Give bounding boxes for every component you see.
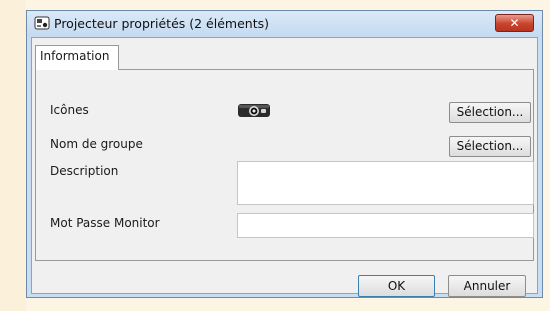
background-strip (0, 0, 26, 311)
window-title: Projecteur propriétés (2 éléments) (54, 16, 269, 31)
close-button[interactable]: ✕ (495, 14, 534, 32)
title-bar[interactable]: Projecteur propriétés (2 éléments) ✕ (27, 11, 542, 37)
icons-select-button[interactable]: Sélection... (449, 102, 531, 123)
ok-button[interactable]: OK (358, 275, 435, 297)
properties-dialog: Projecteur propriétés (2 éléments) ✕ Inf… (26, 10, 543, 298)
group-select-button[interactable]: Sélection... (449, 136, 531, 157)
monitor-password-label: Mot Passe Monitor (50, 216, 160, 230)
description-field[interactable] (237, 161, 534, 205)
close-icon: ✕ (509, 16, 520, 30)
tab-information[interactable]: Information (35, 45, 119, 70)
projector-icon (238, 104, 270, 117)
projector-properties-icon (34, 16, 50, 30)
dialog-client-area: Information Icônes Sélection... Nom de g… (31, 37, 538, 297)
cancel-button[interactable]: Annuler (448, 275, 526, 297)
group-name-label: Nom de groupe (50, 137, 143, 151)
description-label: Description (50, 164, 119, 178)
monitor-password-field[interactable] (237, 213, 534, 238)
information-panel: Icônes Sélection... Nom de groupe Sélect… (35, 69, 534, 261)
dialog-footer: OK Annuler (32, 261, 537, 297)
icons-label: Icônes (50, 103, 89, 117)
tab-information-label: Information (40, 49, 110, 63)
